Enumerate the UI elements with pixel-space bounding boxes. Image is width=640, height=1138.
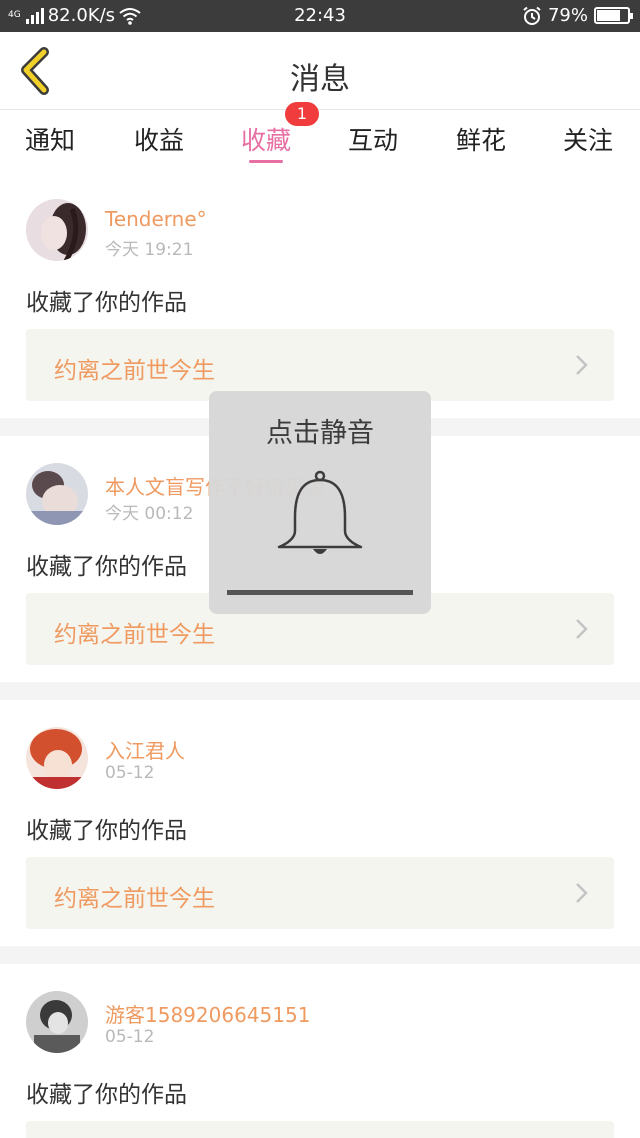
page-title: 消息 [290, 62, 350, 97]
chevron-right-icon [576, 619, 588, 639]
tab-earnings[interactable]: 收益 [104, 121, 214, 157]
tab-interactions[interactable]: 互动 [318, 121, 428, 157]
divider [0, 946, 640, 964]
status-bar: 4G 82.0K/s 22:43 79% [0, 0, 640, 32]
tab-favorites[interactable]: 收藏 [211, 121, 321, 157]
action-text: 收藏了你的作品 [26, 1082, 187, 1108]
timestamp: 05-12 [105, 1027, 155, 1047]
timestamp: 今天 00:12 [105, 504, 194, 524]
mute-text: 点击静音 [266, 418, 374, 449]
avatar[interactable] [26, 199, 88, 261]
chevron-right-icon [576, 883, 588, 903]
username[interactable]: Tenderne° [105, 207, 207, 231]
bell-icon [277, 470, 363, 554]
tab-bar: 通知 收益 收藏 互动 鲜花 关注 [0, 111, 640, 171]
action-text: 收藏了你的作品 [26, 290, 187, 316]
message-item: Tenderne° 今天 19:21 收藏了你的作品 约离之前世今生 [0, 172, 640, 418]
battery-icon [594, 7, 633, 24]
work-title: 约离之前世今生 [54, 358, 215, 384]
action-text: 收藏了你的作品 [26, 554, 187, 580]
tab-active-indicator [249, 160, 283, 163]
tab-flowers[interactable]: 鲜花 [426, 121, 536, 157]
work-title: 约离之前世今生 [54, 622, 215, 648]
volume-line [227, 590, 413, 595]
action-text: 收藏了你的作品 [26, 818, 187, 844]
work-title: 约离之前世今生 [54, 886, 215, 912]
message-item: 入江君人 05-12 收藏了你的作品 约离之前世今生 [0, 700, 640, 946]
username[interactable]: 入江君人 [105, 735, 185, 764]
avatar[interactable] [26, 991, 88, 1053]
work-link[interactable]: 约离之前世今生 [26, 857, 614, 929]
avatar[interactable] [26, 463, 88, 525]
username[interactable]: 游客1589206645151 [105, 999, 310, 1028]
alarm-icon [523, 6, 541, 25]
tab-notice[interactable]: 通知 [0, 121, 105, 157]
header: 消息 [0, 32, 640, 110]
avatar[interactable] [26, 727, 88, 789]
battery-fill [597, 10, 621, 21]
chevron-right-icon [576, 355, 588, 375]
work-link[interactable] [26, 1121, 614, 1138]
status-right: 79% [522, 5, 633, 26]
mute-popup[interactable]: 点击静音 [209, 391, 431, 614]
divider [0, 682, 640, 700]
tab-follow[interactable]: 关注 [533, 121, 640, 157]
message-item: 游客1589206645151 05-12 收藏了你的作品 [0, 964, 640, 1138]
tab-badge: 1 [285, 102, 319, 126]
timestamp: 05-12 [105, 763, 155, 783]
timestamp: 今天 19:21 [105, 240, 194, 260]
battery-percent: 79% [547, 5, 588, 26]
